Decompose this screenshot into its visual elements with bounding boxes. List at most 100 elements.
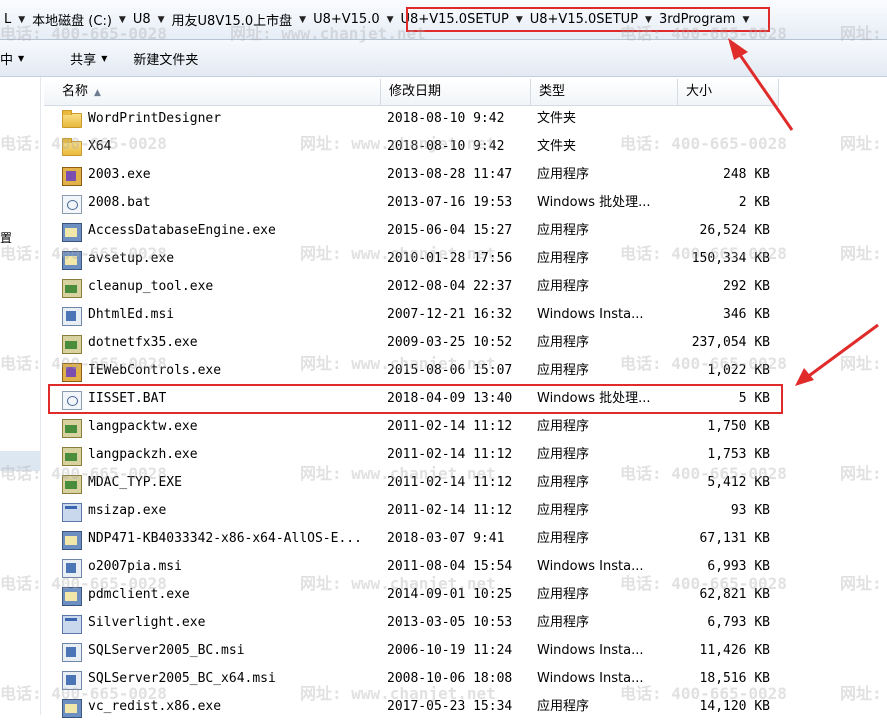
column-name-label: 名称 <box>62 84 89 99</box>
breadcrumb-item[interactable]: U8+V15.0SETUP ▼ <box>526 12 655 27</box>
file-size: 14,120 KB <box>699 699 770 714</box>
file-type: 应用程序 <box>537 475 590 490</box>
chevron-down-icon[interactable]: ▼ <box>116 15 129 25</box>
file-size: 150,334 KB <box>691 251 770 266</box>
file-name: X64 <box>88 139 112 154</box>
file-row[interactable]: langpacktw.exe 2011-02-14 11:12 应用程序 1,750 … <box>44 413 779 441</box>
installer-icon <box>62 531 82 550</box>
file-name: dotnetfx35.exe <box>88 335 198 350</box>
installer-icon <box>62 223 82 242</box>
file-row[interactable]: msizap.exe 2011-02-14 11:12 应用程序 93 KB <box>44 497 779 525</box>
breadcrumb-item[interactable]: U8 ▼ <box>129 12 168 27</box>
file-date: 2011-02-14 11:12 <box>387 503 513 518</box>
column-header-name[interactable]: 名称 ▲ <box>44 79 381 105</box>
breadcrumb-label: U8+V15.0SETUP <box>400 12 509 27</box>
file-type: 应用程序 <box>537 615 590 630</box>
file-date: 2013-08-28 11:47 <box>387 167 513 182</box>
file-name: WordPrintDesigner <box>88 111 222 126</box>
breadcrumb-label: U8 <box>132 12 151 27</box>
breadcrumb-item[interactable]: U8+V15.0SETUP ▼ <box>397 12 526 27</box>
chevron-down-icon[interactable]: ▼ <box>296 15 309 25</box>
file-date: 2008-10-06 18:08 <box>387 671 513 686</box>
breadcrumb-item[interactable]: 本地磁盘 (C:) ▼ <box>28 10 129 29</box>
msi-icon <box>62 559 82 578</box>
chevron-down-icon[interactable]: ▼ <box>642 15 655 25</box>
file-list[interactable]: 名称 ▲ 修改日期 类型 大小 WordPrintDesigner 2018-08-… <box>44 79 887 718</box>
file-type: 应用程序 <box>537 531 590 546</box>
file-size: 18,516 KB <box>699 671 770 686</box>
chevron-down-icon[interactable]: ▼ <box>155 15 168 25</box>
chevron-down-icon[interactable]: ▼ <box>384 15 397 25</box>
file-type: 应用程序 <box>537 503 590 518</box>
file-type: 文件夹 <box>537 139 577 154</box>
file-type: 应用程序 <box>537 251 590 266</box>
window-app-icon <box>62 503 82 522</box>
column-header-type[interactable]: 类型 <box>531 79 678 105</box>
file-row[interactable]: SQLServer2005_BC_x64.msi 2008-10-06 18:08… <box>44 665 779 693</box>
file-date: 2018-04-09 13:40 <box>387 391 513 406</box>
address-bar[interactable]: L ▼ 本地磁盘 (C:) ▼ U8 ▼ 用友U8V15.0上市盘 ▼ U8+V15.0 ▼ U8+… <box>0 0 887 40</box>
msi-icon <box>62 643 82 662</box>
new-folder-button[interactable]: 新建文件夹 <box>125 44 206 72</box>
file-name: vc_redist.x86.exe <box>88 699 222 714</box>
file-name: avsetup.exe <box>88 251 175 266</box>
file-row[interactable]: IISSET.BAT 2018-04-09 13:40 Windows 批处理...… <box>44 385 779 413</box>
file-date: 2015-06-04 15:27 <box>387 223 513 238</box>
file-size: 6,993 KB <box>707 559 770 574</box>
breadcrumb-item[interactable]: 3rdProgram ▼ <box>655 12 752 27</box>
file-type: 文件夹 <box>537 111 577 126</box>
nav-selected-item[interactable] <box>0 451 40 471</box>
file-row[interactable]: o2007pia.msi 2011-08-04 15:54 Windows Inst… <box>44 553 779 581</box>
file-name: 2003.exe <box>88 167 151 182</box>
breadcrumb-label: 用友U8V15.0上市盘 <box>171 14 293 29</box>
breadcrumb-label: 3rdProgram <box>658 12 736 27</box>
file-row[interactable]: cleanup_tool.exe 2012-08-04 22:37 应用程序 292 … <box>44 273 779 301</box>
column-header-date[interactable]: 修改日期 <box>381 79 531 105</box>
file-row[interactable]: SQLServer2005_BC.msi 2006-10-19 11:24 Wind… <box>44 637 779 665</box>
file-row[interactable]: AccessDatabaseEngine.exe 2015-06-04 15:27… <box>44 217 779 245</box>
file-row[interactable]: avsetup.exe 2010-01-28 17:56 应用程序 150,334 K… <box>44 245 779 273</box>
column-header-size[interactable]: 大小 <box>678 79 779 105</box>
chevron-down-icon[interactable]: ▼ <box>513 15 526 25</box>
file-size: 93 KB <box>730 503 770 518</box>
file-row[interactable]: 2003.exe 2013-08-28 11:47 应用程序 248 KB <box>44 161 779 189</box>
toolbar-fragment-button[interactable]: 中 ▼ <box>0 44 32 72</box>
file-date: 2007-12-21 16:32 <box>387 307 513 322</box>
file-row[interactable]: 2008.bat 2013-07-16 19:53 Windows 批处理... 2 … <box>44 189 779 217</box>
file-row[interactable]: WordPrintDesigner 2018-08-10 9:42 文件夹 <box>44 105 779 133</box>
file-type: 应用程序 <box>537 335 590 350</box>
breadcrumb-item[interactable]: L ▼ <box>0 12 28 27</box>
file-size: 292 KB <box>723 279 770 294</box>
file-size: 248 KB <box>723 167 770 182</box>
file-size: 1,753 KB <box>707 447 770 462</box>
breadcrumb-item[interactable]: U8+V15.0 ▼ <box>309 12 396 27</box>
share-label: 共享 <box>70 52 97 68</box>
chevron-down-icon[interactable]: ▼ <box>15 15 28 25</box>
file-size: 1,022 KB <box>707 363 770 378</box>
navigation-pane[interactable]: 置 <box>0 77 41 715</box>
column-type-label: 类型 <box>539 84 566 99</box>
file-row[interactable]: NDP471-KB4033342-x86-x64-AllOS-E... 2018-… <box>44 525 779 553</box>
breadcrumb-item[interactable]: 用友U8V15.0上市盘 ▼ <box>168 10 310 29</box>
file-row[interactable]: IEWebControls.exe 2015-08-06 15:07 应用程序 1,0… <box>44 357 779 385</box>
new-folder-label: 新建文件夹 <box>133 52 199 68</box>
column-size-label: 大小 <box>686 84 713 99</box>
file-size: 1,750 KB <box>707 419 770 434</box>
nav-fragment: 置 <box>0 231 13 245</box>
file-name: langpackzh.exe <box>88 447 198 462</box>
file-row[interactable]: langpackzh.exe 2011-02-14 11:12 应用程序 1,753 … <box>44 441 779 469</box>
file-row[interactable]: Silverlight.exe 2013-03-05 10:53 应用程序 6,793… <box>44 609 779 637</box>
share-button[interactable]: 共享 ▼ <box>62 44 115 72</box>
file-name: msizap.exe <box>88 503 167 518</box>
file-date: 2014-09-01 10:25 <box>387 587 513 602</box>
file-row[interactable]: DhtmlEd.msi 2007-12-21 16:32 Windows Insta… <box>44 301 779 329</box>
file-row[interactable]: dotnetfx35.exe 2009-03-25 10:52 应用程序 237,05… <box>44 329 779 357</box>
column-header-row: 名称 ▲ 修改日期 类型 大小 <box>44 79 779 106</box>
file-row[interactable]: vc_redist.x86.exe 2017-05-23 15:34 应用程序 14,… <box>44 693 779 721</box>
file-row[interactable]: MDAC_TYP.EXE 2011-02-14 11:12 应用程序 5,412 KB <box>44 469 779 497</box>
chevron-down-icon: ▼ <box>101 53 108 63</box>
file-row[interactable]: pdmclient.exe 2014-09-01 10:25 应用程序 62,821 … <box>44 581 779 609</box>
file-row[interactable]: X64 2018-08-10 9:42 文件夹 <box>44 133 779 161</box>
chevron-down-icon[interactable]: ▼ <box>739 15 752 25</box>
file-name: 2008.bat <box>88 195 151 210</box>
